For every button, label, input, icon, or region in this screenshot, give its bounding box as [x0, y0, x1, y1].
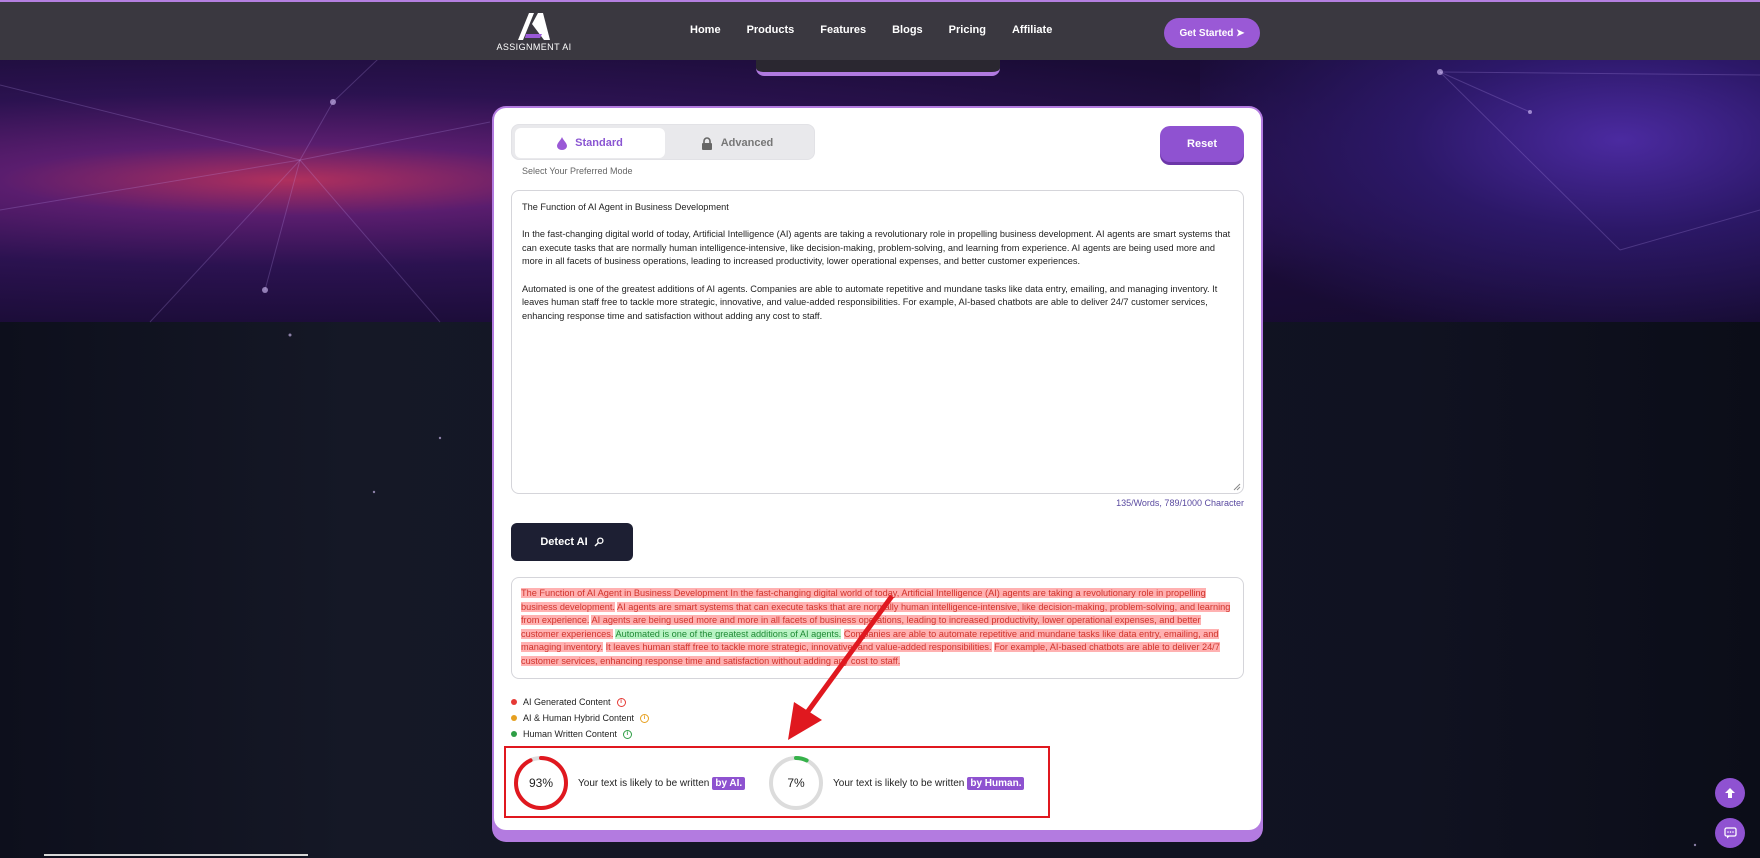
mode-advanced-option[interactable]: Advanced: [662, 128, 812, 158]
mode-advanced-label: Advanced: [720, 137, 774, 149]
info-icon[interactable]: i: [622, 729, 632, 739]
ai-score: 93% Your text is likely to be written by …: [512, 754, 746, 812]
input-title: The Function of AI Agent in Business Dev…: [522, 202, 729, 212]
chat-button[interactable]: [1715, 818, 1745, 848]
ai-score-tag: by AI.: [712, 776, 746, 790]
human-score-text: Your text is likely to be written by Huma…: [833, 776, 1025, 790]
human-score-tag: by Human.: [967, 776, 1025, 790]
mode-toggle: Standard Advanced: [511, 124, 815, 160]
input-paragraph-1: In the fast-changing digital world of to…: [522, 229, 1231, 267]
logo-icon: [518, 13, 550, 40]
hero-tab-edge: [756, 60, 1000, 76]
lock-icon: [701, 136, 712, 150]
nav-features[interactable]: Features: [820, 24, 866, 36]
bottom-divider: [44, 854, 308, 856]
legend-dot-orange: [511, 715, 517, 721]
legend-dot-green: [511, 731, 517, 737]
human-score: 7% Your text is likely to be written by H…: [767, 754, 1025, 812]
content-legend: AI Generated Content i AI & Human Hybrid…: [511, 694, 650, 742]
legend-label: Human Written Content: [523, 729, 617, 739]
ai-score-ring: 93%: [512, 754, 570, 812]
mode-standard-option[interactable]: Standard: [515, 128, 665, 158]
nav-pricing[interactable]: Pricing: [949, 24, 986, 36]
legend-label: AI & Human Hybrid Content: [523, 713, 635, 723]
nav-products[interactable]: Products: [747, 24, 795, 36]
detect-ai-button[interactable]: Detect AI: [511, 523, 633, 561]
reset-button[interactable]: Reset: [1160, 126, 1244, 162]
scroll-top-button[interactable]: [1715, 778, 1745, 808]
text-input-area[interactable]: The Function of AI Agent in Business Dev…: [511, 190, 1244, 494]
input-paragraph-2: Automated is one of the greatest additio…: [522, 283, 1218, 321]
ai-score-text: Your text is likely to be written by AI.: [578, 776, 746, 790]
magnifier-icon: [594, 537, 604, 547]
drop-icon: [557, 136, 568, 150]
legend-hybrid: AI & Human Hybrid Content i: [511, 710, 650, 726]
brand-logo[interactable]: ASSIGNMENT AI: [494, 10, 574, 54]
annotation-arrow-icon: [788, 594, 895, 740]
nav-blogs[interactable]: Blogs: [892, 24, 923, 36]
ai-score-value: 93%: [528, 776, 554, 790]
detect-ai-label: Detect AI: [540, 536, 588, 548]
word-count: 135/Words, 789/1000 Character: [1116, 498, 1244, 508]
mode-hint: Select Your Preferred Mode: [522, 166, 633, 176]
top-navbar: ASSIGNMENT AI Home Products Features Blo…: [0, 0, 1760, 60]
brand-name: ASSIGNMENT AI: [496, 42, 572, 52]
info-icon[interactable]: i: [616, 697, 626, 707]
legend-ai-generated: AI Generated Content i: [511, 694, 649, 710]
mode-standard-label: Standard: [575, 137, 623, 149]
nav-affiliate[interactable]: Affiliate: [1012, 24, 1052, 36]
resize-handle-icon[interactable]: [1233, 483, 1241, 491]
info-icon[interactable]: i: [640, 713, 650, 723]
legend-dot-red: [511, 699, 517, 705]
nav-home[interactable]: Home: [690, 24, 721, 36]
legend-label: AI Generated Content: [523, 697, 611, 707]
human-score-value: 7%: [787, 776, 805, 790]
score-summary-highlight: 93% Your text is likely to be written by …: [504, 746, 1050, 818]
get-started-button[interactable]: Get Started ➤: [1164, 18, 1260, 48]
main-nav: Home Products Features Blogs Pricing Aff…: [690, 24, 1078, 36]
human-score-ring: 7%: [767, 754, 825, 812]
arrow-up-icon: [1725, 788, 1735, 798]
chat-icon: [1723, 827, 1737, 839]
legend-human-written: Human Written Content i: [511, 726, 649, 742]
